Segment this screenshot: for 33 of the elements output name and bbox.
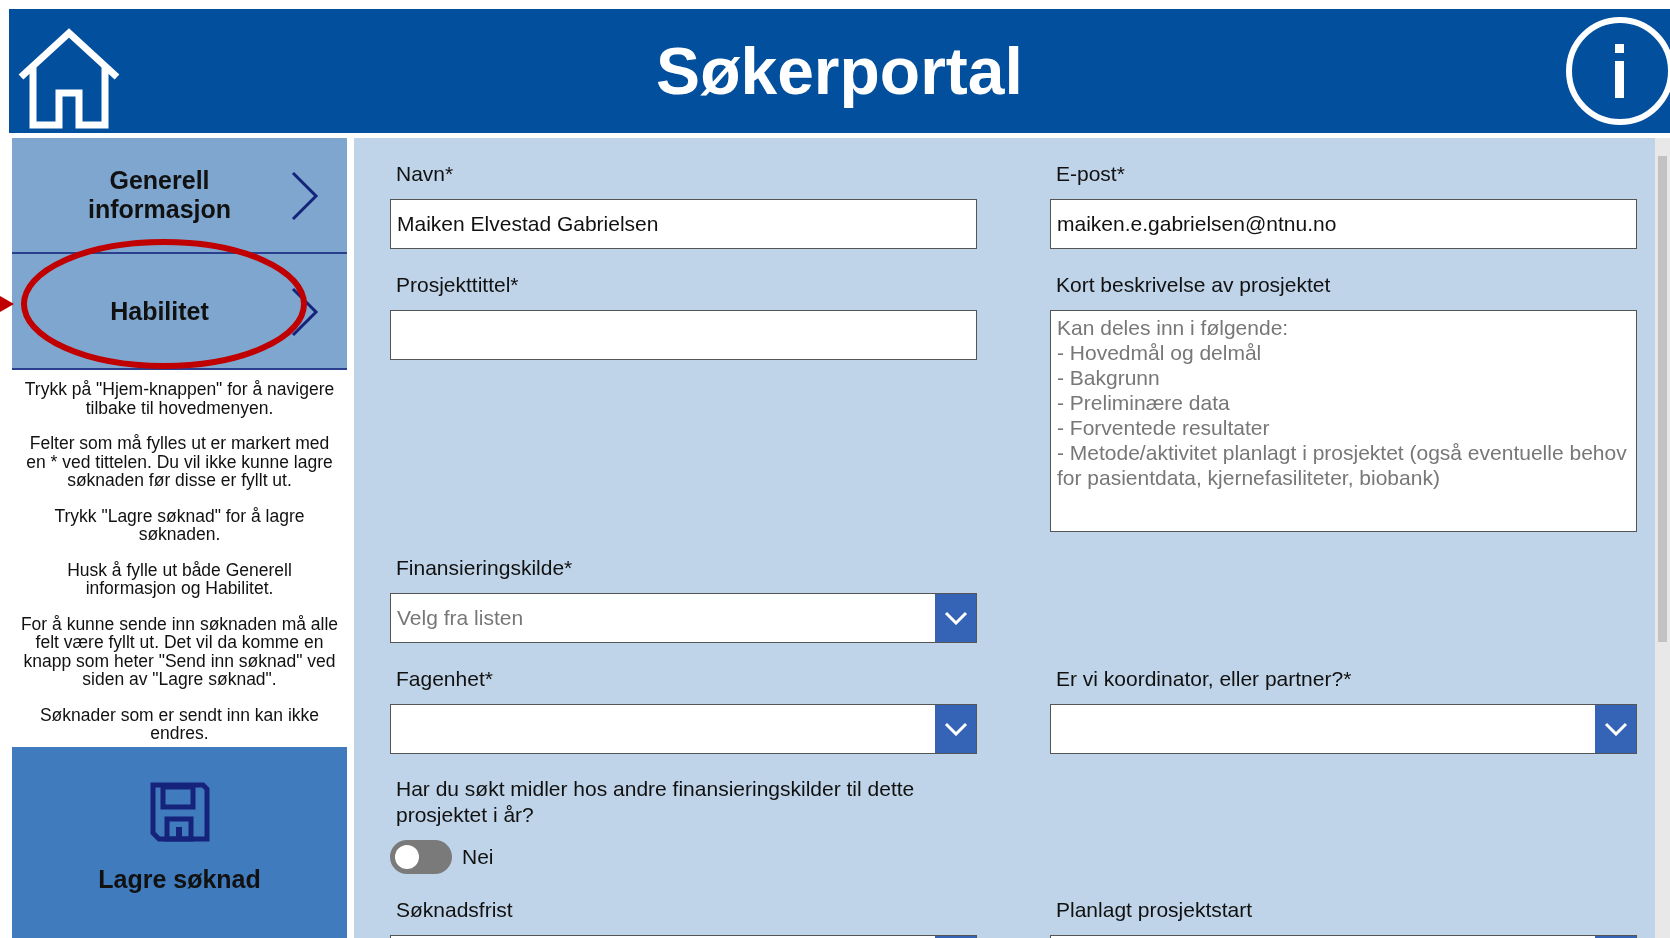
save-button[interactable]: Lagre søknad	[12, 746, 347, 938]
field-label: E-post*	[1056, 161, 1126, 187]
field-label: Prosjekttittel*	[396, 272, 520, 298]
chevron-down-icon	[1603, 722, 1628, 736]
field-label: Finansieringskilde*	[396, 555, 574, 581]
help-text: Søknader som er sendt inn kan ikke endres.	[38, 705, 321, 743]
field-label: Planlagt prosjektstart	[1056, 897, 1254, 923]
help-text: Trykk på "Hjem-knappen" for å navigere tilbake til hovedmenyen.	[23, 380, 336, 417]
chevron-right-icon	[291, 171, 319, 221]
help-text: Felter som må fylles ut er markert med en * ved tittelen. Du vil ikke kunne lagre søknaden før disse er fyllt ut.	[25, 434, 334, 490]
scrollbar[interactable]	[1655, 138, 1670, 938]
field-label: Fagenhet*	[396, 666, 494, 692]
field-label: Kort beskrivelse av prosjektet	[1056, 272, 1332, 298]
chevron-down-icon	[943, 722, 968, 736]
dropdown[interactable]	[1050, 704, 1637, 754]
chevron-down-icon	[943, 611, 968, 625]
info-icon[interactable]	[1564, 15, 1670, 127]
toggle-label: Nei	[462, 845, 494, 869]
chevron-right-icon	[291, 287, 319, 337]
app-title: Søkerportal	[656, 34, 1023, 108]
nav-item[interactable]: Habilitet	[12, 254, 347, 370]
toggle-switch[interactable]	[390, 840, 452, 874]
help-text: Husk å fylle ut både Generell informasjon og Habilitet.	[66, 560, 293, 598]
field-label: Har du søkt midler hos andre finansieringskilder til dette prosjektet i år?	[396, 776, 916, 828]
dropdown[interactable]: Velg fra listen	[390, 593, 977, 643]
field-label: Søknadsfrist	[396, 897, 514, 923]
help-text: For å kunne sende inn søknaden må alle felt være fyllt ut. Det vil da komme en knapp som heter "Send inn søknad" ved siden av "Lagre søknad".	[20, 614, 339, 689]
dropdown[interactable]	[390, 704, 977, 754]
text-area[interactable]: Kan deles inn i følgende: - Hovedmål og delmål - Bakgrunn - Preliminære data - Forventede resultater - Metode/aktivitet planlagt i prosjektet (også eventuelle behov for pasientdata, kjernefasiliteter, biobank)	[1050, 310, 1637, 532]
help-text: Trykk "Lagre søknad" for å lagre søknaden.	[53, 506, 306, 544]
field-label: Navn*	[396, 161, 455, 187]
nav-item[interactable]: Generell informasjon	[12, 138, 347, 254]
field-label: Er vi koordinator, eller partner?*	[1056, 666, 1353, 692]
